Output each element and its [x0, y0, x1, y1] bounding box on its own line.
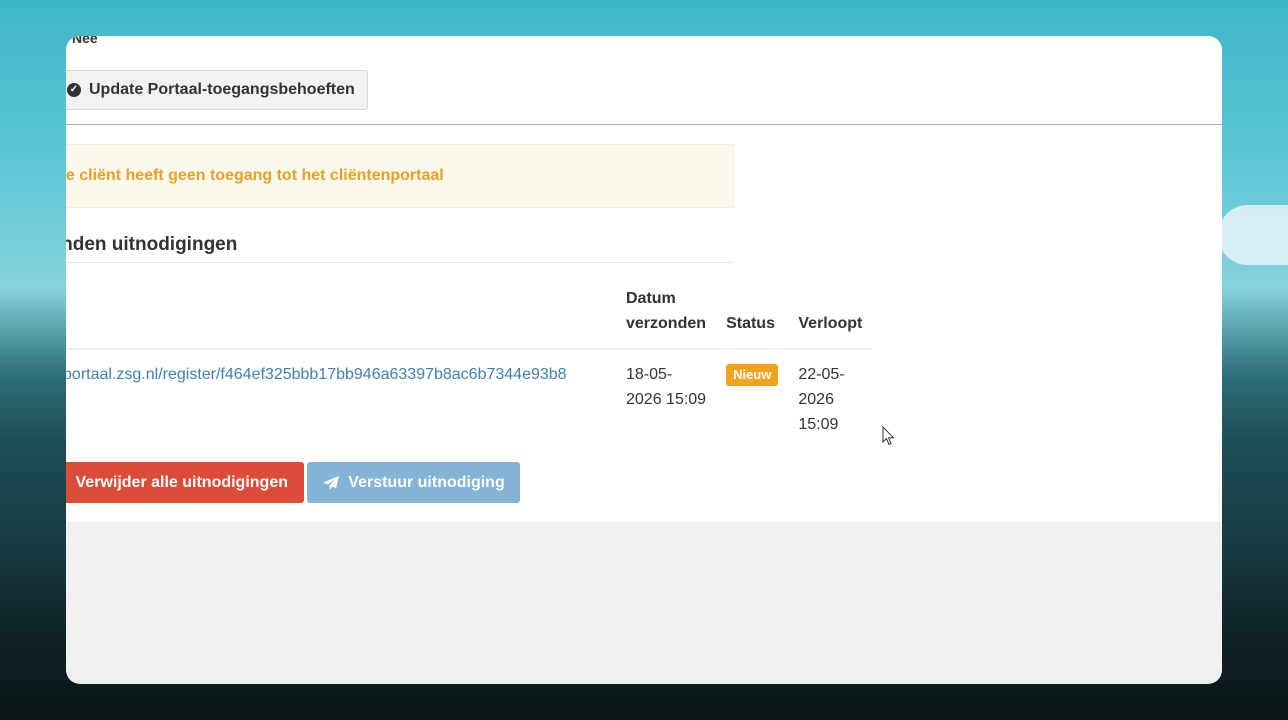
expires-cell: 22-05- 2026 15:09: [798, 366, 845, 433]
alert-text: eze cliënt heeft geen toegang tot het cl…: [66, 167, 444, 184]
update-portal-access-label: Update Portaal-toegangsbehoeften: [89, 81, 355, 98]
invitation-link-cell: https://portaal.zsg.nl/register/f464ef32…: [66, 349, 616, 445]
mouse-cursor-icon: [882, 426, 895, 446]
invitation-link[interactable]: https://portaal.zsg.nl/register/f464ef32…: [66, 362, 567, 387]
check-circle-icon: ✓: [67, 83, 81, 97]
app-window: Nee ✓ Update Portaal-toegangsbehoeften e…: [66, 36, 1222, 684]
column-status: Status: [716, 284, 789, 350]
date-sent-cell: 18-05- 2026 15:09: [626, 366, 707, 408]
status-cell: Nieuw: [716, 349, 788, 445]
background-cloud: [1218, 205, 1288, 265]
send-invitation-button[interactable]: Verstuur uitnodiging: [307, 462, 520, 503]
paper-plane-icon: [323, 475, 340, 490]
delete-all-invitations-button[interactable]: Verwijder alle uitnodigingen: [66, 462, 304, 503]
column-link: k: [66, 284, 616, 350]
column-expires: Verloopt: [788, 284, 873, 350]
title-underline: [66, 262, 734, 263]
delete-all-label: Verwijder alle uitnodigingen: [75, 473, 288, 491]
portal-access-panel: Nee ✓ Update Portaal-toegangsbehoeften e…: [66, 36, 1222, 522]
portal-access-value: Nee: [72, 36, 98, 46]
table-header-row: k Datum verzonden Status Verloopt: [66, 284, 873, 350]
column-date-sent: Datum verzonden: [616, 284, 717, 350]
status-badge: Nieuw: [726, 364, 779, 386]
no-portal-access-alert: eze cliënt heeft geen toegang tot het cl…: [66, 144, 734, 208]
sent-invitations-title: zonden uitnodigingen: [66, 234, 238, 255]
invitations-table: k Datum verzonden Status Verloopt https:…: [66, 284, 873, 445]
table-row: https://portaal.zsg.nl/register/f464ef32…: [66, 349, 872, 445]
section-divider: [66, 124, 1222, 125]
send-invitation-label: Verstuur uitnodiging: [348, 473, 505, 491]
update-portal-access-button[interactable]: ✓ Update Portaal-toegangsbehoeften: [66, 70, 368, 110]
